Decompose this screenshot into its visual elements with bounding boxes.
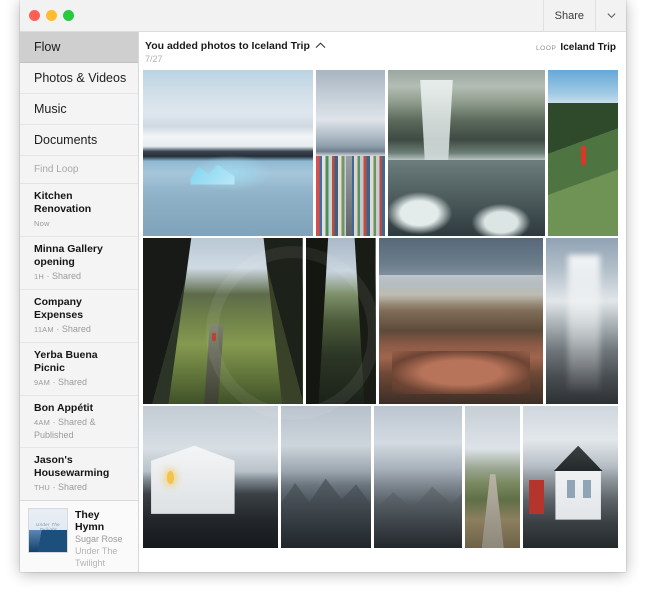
photo-mountain-peaks-overcast[interactable] [280,406,371,548]
photo-detail-road [346,156,352,236]
loop-title: Company Expenses [34,296,84,321]
photo-row [143,406,618,548]
photo-detail-roof [553,445,603,472]
sidebar-item-flow[interactable]: Flow [20,32,138,63]
loop-meta: Now [34,217,128,230]
loop-title: Bon Appétit [34,402,94,414]
share-button[interactable]: Share [542,0,595,31]
loop-meta-rest: · Shared [53,324,91,334]
photo-reykjavik-colorful-rooftops[interactable] [315,70,385,236]
title-bar: Share [20,0,626,32]
loop-title: Jason's Housewarming [34,454,110,479]
list-item[interactable]: Minna Gallery opening 1H · Shared [20,237,138,290]
photo-waterfall-rocky-river[interactable] [387,70,545,236]
photo-geothermal-red-earth[interactable] [378,238,544,404]
feed-date: 7/27 [145,54,163,64]
photo-thingvellir-rift-path[interactable] [143,238,303,404]
photo-detail-walker [211,332,217,341]
photo-black-house-red-barn[interactable] [523,406,618,548]
sidebar-nav: Flow Photos & Videos Music Documents [20,32,138,156]
loop-meta-rest: · Shared [50,377,88,387]
loop-meta-rest: · Shared [44,271,82,281]
loop-title: Minna Gallery opening [34,243,103,268]
list-item[interactable]: Kitchen Renovation Now [20,184,138,237]
sidebar-item-documents[interactable]: Documents [20,125,138,156]
main-content: You added photos to Iceland Trip 7/27 LO… [139,32,626,572]
sidebar-item-photos-videos[interactable]: Photos & Videos [20,63,138,94]
feed-header: You added photos to Iceland Trip 7/27 LO… [139,32,626,70]
search-row[interactable] [20,156,177,184]
track-album: Under The Twilight [75,546,118,568]
album-art: Under The Twilight [28,508,68,553]
chevron-up-icon[interactable] [315,41,326,51]
window-body: Flow Photos & Videos Music Documents Fin… [20,32,626,572]
player-now-playing: Under The Twilight They Hymn Sugar Rose … [28,508,130,572]
loop-meta-rest: · Shared [50,482,88,492]
loop-title: Yerba Buena Picnic [34,349,98,374]
sidebar-item-music[interactable]: Music [20,94,138,125]
loop-meta: THU · Shared [34,481,128,494]
photo-detail-windows [566,479,576,499]
photo-gravel-road-to-mountains[interactable] [465,406,521,548]
loop-meta: 4AM · Shared & Published [34,416,128,441]
photo-white-farmhouse-night[interactable] [143,406,278,548]
photo-steam-vent-hillside[interactable] [546,238,618,404]
photo-glacier-lagoon-icebergs[interactable] [143,70,313,236]
loop-badge-name: Iceland Trip [560,42,616,53]
album-art-wave [29,530,67,552]
track-artist: Sugar Rose [75,534,123,544]
loop-title: Kitchen Renovation [34,190,92,215]
photo-row [143,238,618,404]
sidebar-item-label: Documents [34,133,98,147]
close-window-button[interactable] [29,10,40,21]
loop-meta-time: THU [34,483,51,492]
sidebar-item-label: Flow [34,40,61,54]
loop-meta: 11AM · Shared [34,323,128,336]
loop-meta-time: 4AM [34,418,51,427]
list-item[interactable]: Yerba Buena Picnic 9AM · Shared [20,343,138,396]
loop-badge-kicker: LOOP [535,45,557,52]
sidebar-item-label: Photos & Videos [34,71,127,85]
photo-hiker-red-jacket-green-cliff[interactable] [547,70,618,236]
feed-header-left: You added photos to Iceland Trip 7/27 [145,40,536,64]
track-meta: They Hymn Sugar Rose Under The Twilight [75,508,130,572]
loop-meta: 9AM · Shared [34,376,128,389]
music-player: Under The Twilight They Hymn Sugar Rose … [20,500,138,572]
maximize-window-button[interactable] [63,10,74,21]
sidebar: Flow Photos & Videos Music Documents Fin… [20,32,177,572]
loop-meta-time: Now [34,219,50,228]
app-window: Share Flow Photos & Videos Music Documen… [20,0,626,572]
list-item[interactable]: Jason's Housewarming THU · Shared [20,448,138,500]
photo-detail-red-barn [528,479,545,514]
page-title-text: You added photos to Iceland Trip [145,40,310,52]
loop-list: Kitchen Renovation Now Minna Gallery ope… [20,184,138,500]
title-bar-actions: Share [542,0,626,31]
loop-meta: 1H · Shared [34,270,128,283]
sidebar-item-label: Music [34,102,67,116]
photo-row [143,70,618,236]
list-item[interactable]: Bon Appétit 4AM · Shared & Published [20,396,138,448]
loop-meta-time: 9AM [34,378,51,387]
chevron-down-icon[interactable] [595,0,626,31]
track-title: They Hymn [75,509,105,533]
minimize-window-button[interactable] [46,10,57,21]
list-item[interactable]: Company Expenses 11AM · Shared [20,290,138,343]
photo-detail-hiker [581,146,587,165]
photo-grid [139,70,626,572]
loop-meta-time: 1H [34,272,44,281]
loop-meta-time: 11AM [34,325,54,334]
photo-glacier-valley-clouds[interactable] [373,406,463,548]
window-controls[interactable] [20,10,74,21]
loop-badge[interactable]: LOOP Iceland Trip [536,40,616,53]
photo-narrow-canyon-walls[interactable] [305,238,376,404]
page-title: You added photos to Iceland Trip [145,40,536,52]
